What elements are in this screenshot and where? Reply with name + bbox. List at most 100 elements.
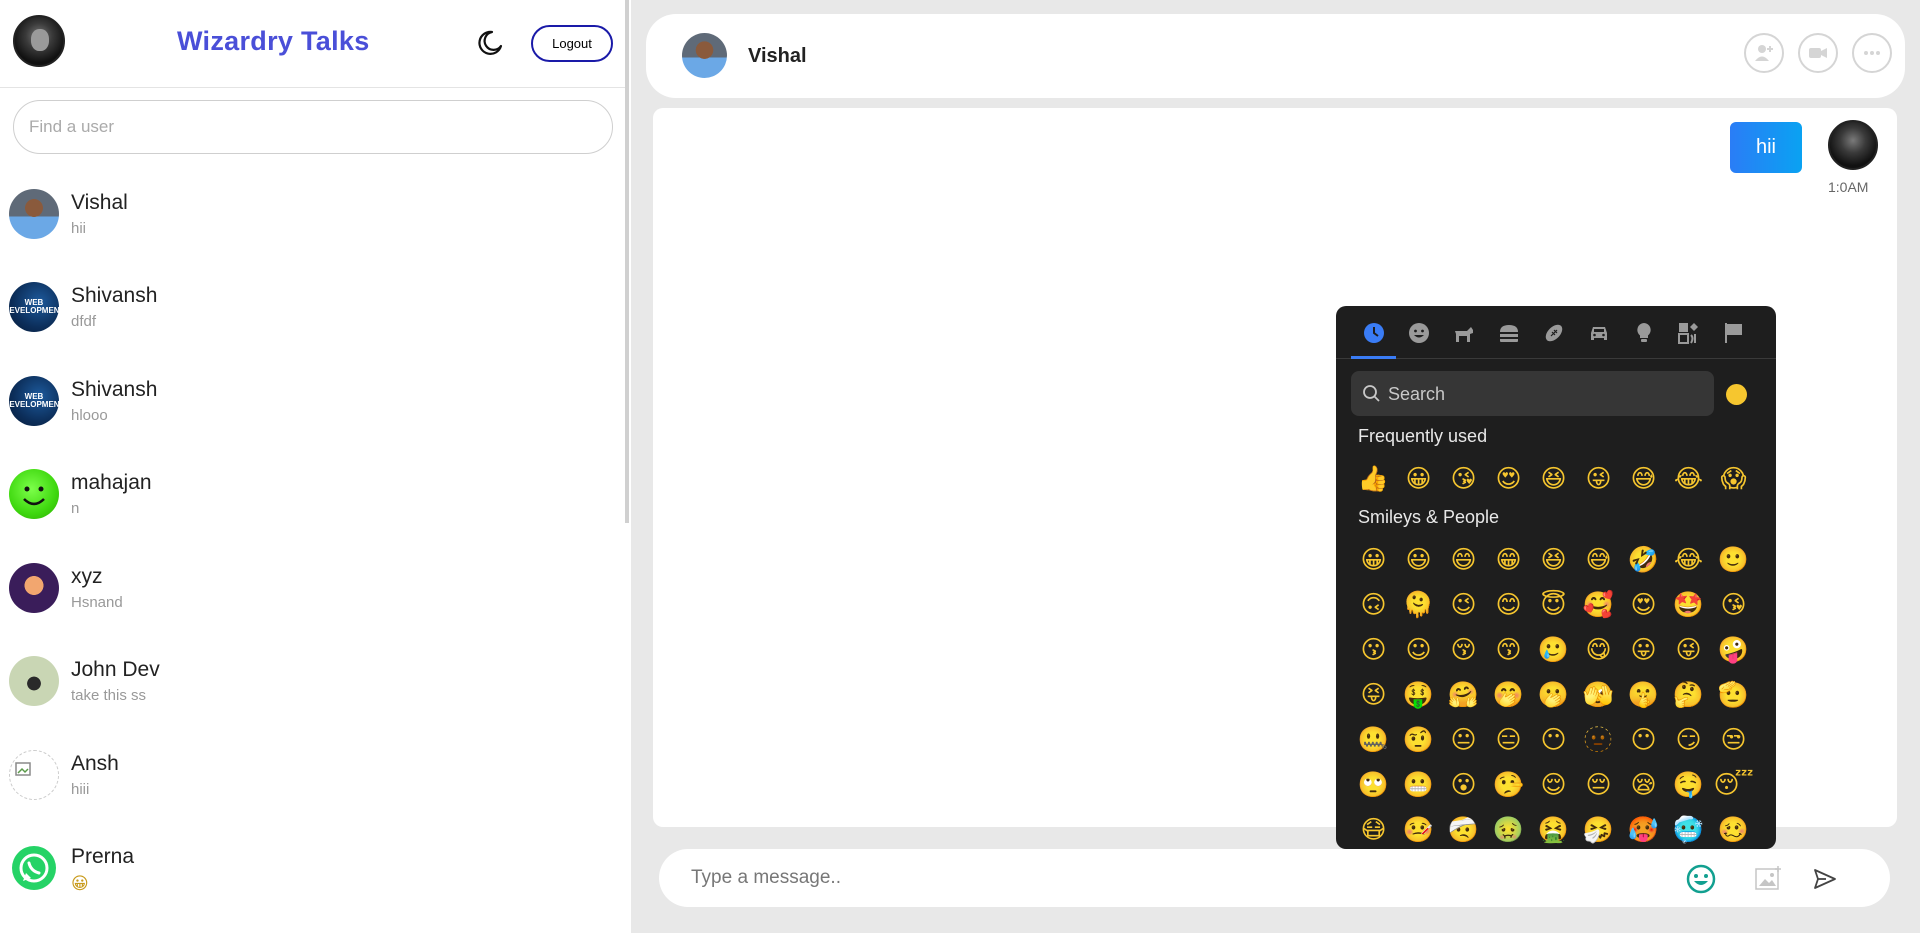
user-search-input[interactable] bbox=[13, 100, 613, 154]
emoji-button[interactable]: 😂 bbox=[1666, 456, 1711, 501]
emoji-button[interactable]: 😆 bbox=[1531, 537, 1576, 582]
logout-button[interactable]: Logout bbox=[531, 25, 613, 62]
emoji-button[interactable]: 🤮 bbox=[1531, 807, 1576, 849]
video-call-icon[interactable] bbox=[1798, 33, 1838, 73]
animal-icon[interactable] bbox=[1451, 320, 1477, 346]
emoji-button[interactable]: 🫥 bbox=[1576, 717, 1621, 762]
emoji-button[interactable]: 🫢 bbox=[1531, 672, 1576, 717]
image-upload-icon[interactable] bbox=[1751, 862, 1785, 896]
emoji-button[interactable]: 🤧 bbox=[1576, 807, 1621, 849]
emoji-button[interactable]: 🤢 bbox=[1486, 807, 1531, 849]
symbols-icon[interactable] bbox=[1676, 320, 1702, 346]
emoji-button[interactable]: 🙄 bbox=[1351, 762, 1396, 807]
emoji-button[interactable]: 🫡 bbox=[1711, 672, 1756, 717]
emoji-button[interactable]: 🥶 bbox=[1666, 807, 1711, 849]
emoji-button[interactable]: 😌 bbox=[1531, 762, 1576, 807]
sports-icon[interactable] bbox=[1541, 320, 1567, 346]
emoji-search-input[interactable]: Search bbox=[1351, 371, 1714, 416]
add-user-icon[interactable] bbox=[1744, 33, 1784, 73]
emoji-button[interactable]: 😗 bbox=[1351, 627, 1396, 672]
emoji-button[interactable]: 😐 bbox=[1441, 717, 1486, 762]
emoji-button[interactable]: 🤨 bbox=[1396, 717, 1441, 762]
emoji-button[interactable]: 😑 bbox=[1486, 717, 1531, 762]
emoji-button[interactable]: 😍 bbox=[1486, 456, 1531, 501]
emoji-button[interactable]: 😅 bbox=[1576, 537, 1621, 582]
emoji-button[interactable]: 😜 bbox=[1666, 627, 1711, 672]
user-item-ansh[interactable]: Ansh hiii bbox=[0, 728, 620, 821]
emoji-button[interactable]: 🤐 bbox=[1351, 717, 1396, 762]
user-item-john-dev[interactable]: John Dev take this ss bbox=[0, 634, 620, 727]
emoji-button[interactable]: 😷 bbox=[1351, 807, 1396, 849]
user-item-vishal[interactable]: Vishal hii bbox=[0, 167, 620, 260]
emoji-button[interactable]: 😅 bbox=[1621, 456, 1666, 501]
user-item-shivansh[interactable]: WEB DEVELOPMENT Shivansh dfdf bbox=[0, 260, 620, 353]
emoji-button[interactable]: 🫠 bbox=[1396, 582, 1441, 627]
emoji-button[interactable]: 😙 bbox=[1486, 627, 1531, 672]
emoji-button[interactable]: 😴 bbox=[1711, 762, 1756, 807]
user-item-mahajan[interactable]: mahajan n bbox=[0, 447, 620, 540]
emoji-button[interactable]: 😉 bbox=[1441, 582, 1486, 627]
emoji-button[interactable]: 😔 bbox=[1576, 762, 1621, 807]
emoji-button[interactable]: 😛 bbox=[1621, 627, 1666, 672]
emoji-button[interactable]: 😆 bbox=[1531, 456, 1576, 501]
emoji-button[interactable]: 🫣 bbox=[1576, 672, 1621, 717]
skin-tone-selector[interactable] bbox=[1726, 384, 1747, 405]
more-options-icon[interactable] bbox=[1852, 33, 1892, 73]
emoji-button[interactable]: 🥲 bbox=[1531, 627, 1576, 672]
emoji-button[interactable]: 😇 bbox=[1531, 582, 1576, 627]
emoji-button[interactable]: 🤑 bbox=[1396, 672, 1441, 717]
objects-icon[interactable] bbox=[1631, 320, 1657, 346]
emoji-button[interactable]: 🤣 bbox=[1621, 537, 1666, 582]
emoji-button[interactable]: 😒 bbox=[1711, 717, 1756, 762]
my-avatar[interactable] bbox=[13, 15, 65, 67]
emoji-button[interactable]: 😮 bbox=[1441, 762, 1486, 807]
emoji-button[interactable]: 🤫 bbox=[1621, 672, 1666, 717]
emoji-button[interactable]: 🤥 bbox=[1486, 762, 1531, 807]
user-item-xyz[interactable]: xyz Hsnand bbox=[0, 541, 620, 634]
emoji-button[interactable]: 😚 bbox=[1441, 627, 1486, 672]
emoji-button[interactable]: 🤭 bbox=[1486, 672, 1531, 717]
emoji-button[interactable]: 😝 bbox=[1351, 672, 1396, 717]
dark-mode-toggle-icon[interactable] bbox=[476, 29, 504, 57]
emoji-button[interactable]: 😀 bbox=[1396, 456, 1441, 501]
emoji-button[interactable]: 🤒 bbox=[1396, 807, 1441, 849]
user-item-prerna[interactable]: Prerna 😀 bbox=[0, 821, 620, 914]
emoji-button[interactable]: 😶 bbox=[1621, 717, 1666, 762]
sidebar-scrollbar[interactable] bbox=[625, 0, 629, 523]
flags-icon[interactable] bbox=[1721, 320, 1747, 346]
emoji-button[interactable]: 🤔 bbox=[1666, 672, 1711, 717]
emoji-button[interactable]: 😘 bbox=[1711, 582, 1756, 627]
smiley-icon[interactable] bbox=[1406, 320, 1432, 346]
emoji-button[interactable]: ☺ bbox=[1396, 627, 1441, 672]
emoji-button[interactable]: 😬 bbox=[1396, 762, 1441, 807]
emoji-button[interactable]: 😘 bbox=[1441, 456, 1486, 501]
emoji-button[interactable]: 😀 bbox=[1351, 537, 1396, 582]
emoji-button[interactable]: 🥴 bbox=[1711, 807, 1756, 849]
contact-avatar[interactable] bbox=[682, 33, 727, 78]
recent-icon[interactable] bbox=[1361, 320, 1387, 346]
emoji-toggle-icon[interactable] bbox=[1684, 862, 1718, 896]
emoji-button[interactable]: 😁 bbox=[1486, 537, 1531, 582]
emoji-button[interactable]: 🤕 bbox=[1441, 807, 1486, 849]
emoji-button[interactable]: 🙂 bbox=[1711, 537, 1756, 582]
emoji-button[interactable]: 😜 bbox=[1576, 456, 1621, 501]
emoji-button[interactable]: 👍 bbox=[1351, 456, 1396, 501]
emoji-button[interactable]: 🤪 bbox=[1711, 627, 1756, 672]
emoji-button[interactable]: 😃 bbox=[1396, 537, 1441, 582]
emoji-button[interactable]: 😏 bbox=[1666, 717, 1711, 762]
emoji-button[interactable]: 🤗 bbox=[1441, 672, 1486, 717]
emoji-button[interactable]: 😪 bbox=[1621, 762, 1666, 807]
emoji-button[interactable]: 😄 bbox=[1441, 537, 1486, 582]
emoji-button[interactable]: 😋 bbox=[1576, 627, 1621, 672]
emoji-button[interactable]: 😍 bbox=[1621, 582, 1666, 627]
emoji-button[interactable]: 🥰 bbox=[1576, 582, 1621, 627]
message-input[interactable]: Type a message.. bbox=[691, 867, 841, 889]
travel-icon[interactable] bbox=[1586, 320, 1612, 346]
send-icon[interactable] bbox=[1808, 862, 1842, 896]
emoji-button[interactable]: 😱 bbox=[1711, 456, 1756, 501]
emoji-button[interactable]: 😊 bbox=[1486, 582, 1531, 627]
emoji-button[interactable]: 🥵 bbox=[1621, 807, 1666, 849]
emoji-button[interactable]: 🤩 bbox=[1666, 582, 1711, 627]
food-icon[interactable] bbox=[1496, 320, 1522, 346]
emoji-button[interactable]: 🤤 bbox=[1666, 762, 1711, 807]
